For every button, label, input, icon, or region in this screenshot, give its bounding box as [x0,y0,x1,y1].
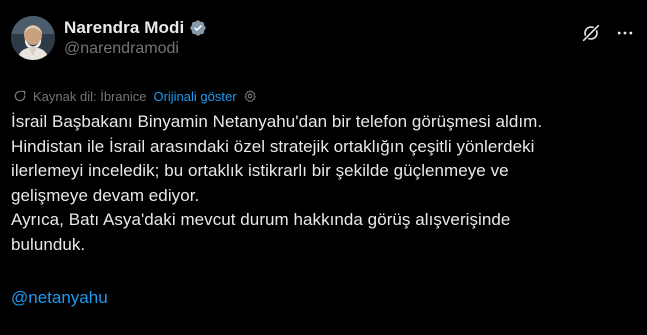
show-original-link[interactable]: Orijinali göster [153,89,236,104]
author-names: Narendra Modi @narendramodi [64,17,207,58]
mention-link[interactable]: @netanyahu [11,288,108,308]
settings-gear-icon[interactable] [243,89,257,103]
tweet-text-line: İsrail Başbakanı Binyamin Netanyahu'dan … [11,112,543,131]
tweet-text-line: gelişmeye devam ediyor. [11,185,200,205]
tweet-text-line: bulunduk. [11,234,86,254]
tweet-text-line: Hindistan ile İsrail arasındaki özel str… [11,136,535,156]
more-options-icon[interactable] [614,23,636,43]
verified-badge-icon [190,20,207,36]
translation-source-label: Kaynak dil: İbranice [33,88,147,104]
tweet-text-line: Ayrıca, Batı Asya'daki mevcut durum hakk… [11,210,511,230]
avatar[interactable] [11,16,55,60]
avatar-image [11,16,55,60]
tweet-text: İsrail Başbakanı Binyamin Netanyahu'dan … [11,110,631,258]
translate-icon [14,90,26,102]
tweet-text-line: ilerlemeyi inceledik; bu ortaklık istikr… [11,161,509,181]
author-display-name[interactable]: Narendra Modi [64,18,184,38]
translation-bar: Kaynak dil: İbranice Orijinali göster [13,87,257,105]
author-handle[interactable]: @narendramodi [64,40,207,58]
tweet-header: Narendra Modi @narendramodi [11,14,636,70]
tweet-card: Narendra Modi @narendramodi Kaynak dil: … [0,0,647,335]
grok-icon[interactable] [581,23,601,43]
